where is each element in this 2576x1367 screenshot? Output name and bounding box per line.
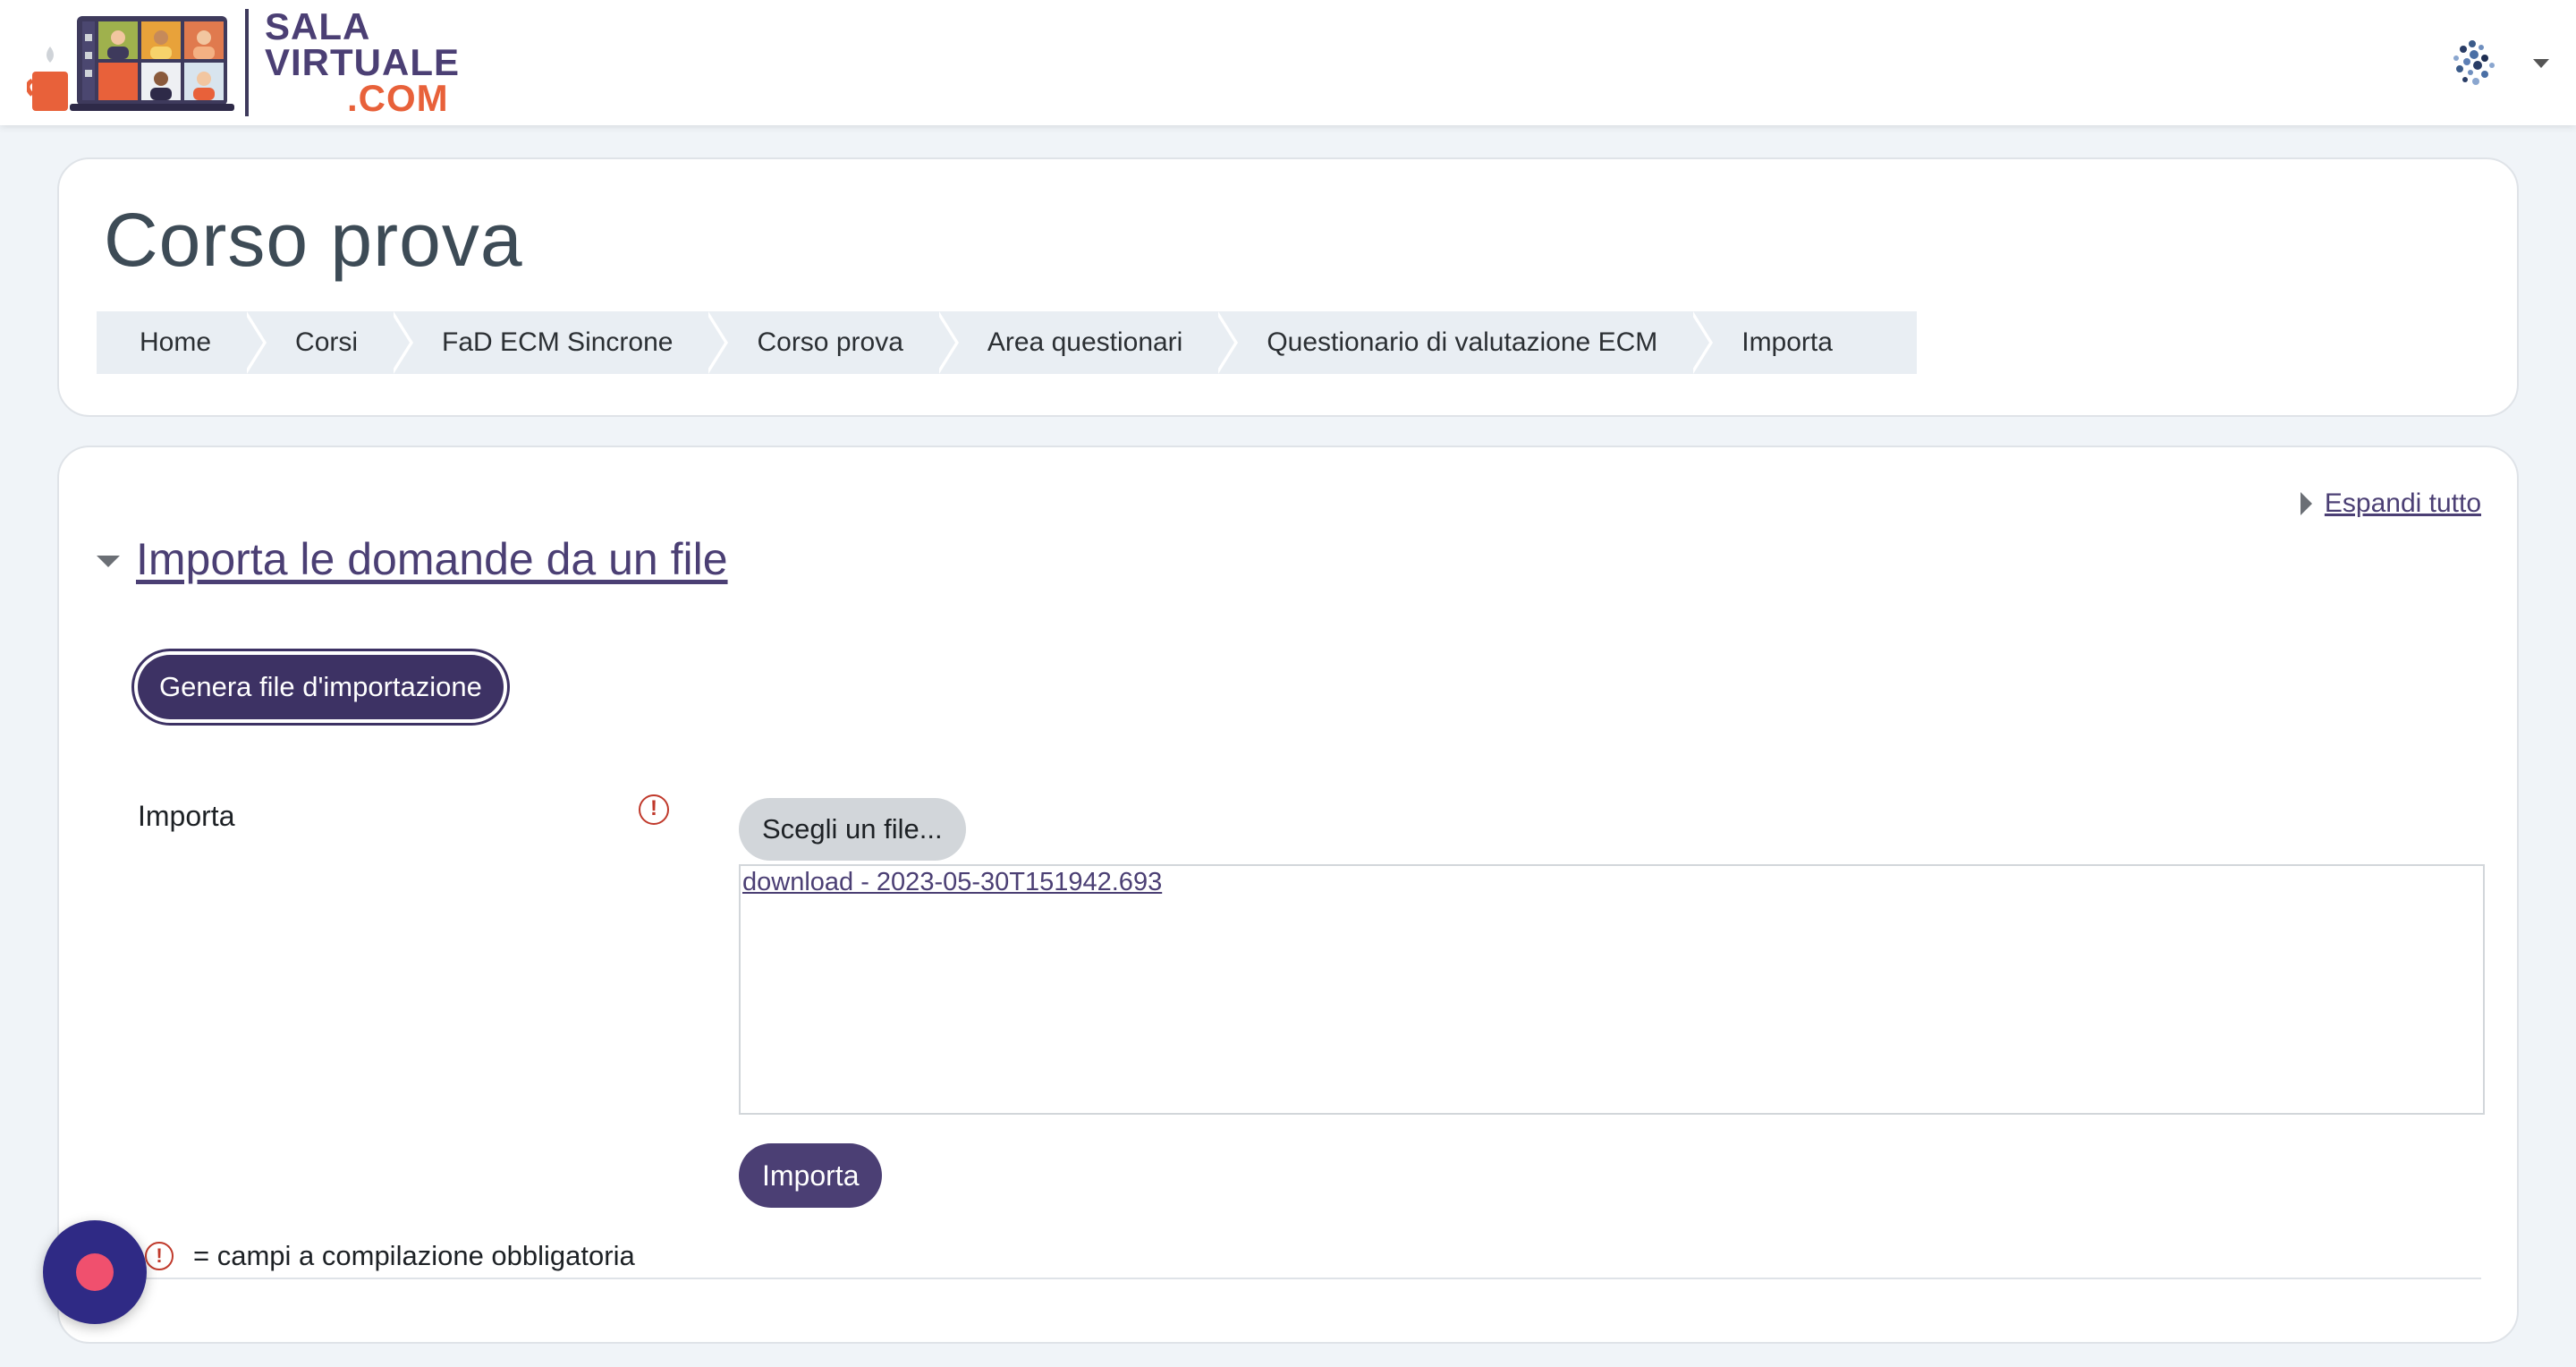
required-icon: !	[145, 1242, 174, 1270]
breadcrumb: Home Corsi FaD ECM Sincrone Corso prova …	[97, 311, 1917, 374]
generate-import-file-button[interactable]: Genera file d'importazione	[138, 655, 504, 719]
logo-line-3: .COM	[347, 77, 449, 119]
user-avatar-icon	[2453, 40, 2495, 85]
breadcrumb-item-current: Importa	[1690, 311, 1874, 374]
breadcrumb-item-fad-ecm-sincrone[interactable]: FaD ECM Sincrone	[390, 311, 714, 374]
breadcrumb-item-corso-prova[interactable]: Corso prova	[705, 311, 944, 374]
required-fields-note: ! = campi a compilazione obbligatoria	[145, 1240, 635, 1272]
import-submit-button[interactable]: Importa	[739, 1143, 883, 1208]
top-navbar: SALA VIRTUALE .COM	[0, 0, 2576, 125]
import-form-card: Espandi tutto Importa le domande da un f…	[57, 446, 2519, 1344]
logo-divider	[245, 9, 249, 116]
user-menu-toggle[interactable]	[2445, 32, 2549, 95]
import-field-label: Importa	[138, 800, 235, 832]
expand-all-label: Espandi tutto	[2324, 488, 2481, 518]
divider	[138, 1278, 2481, 1279]
logo-wordmark: SALA VIRTUALE .COM	[265, 5, 460, 119]
logo-line-1: SALA	[265, 5, 371, 47]
caret-right-icon	[2300, 492, 2312, 515]
breadcrumb-item-area-questionari[interactable]: Area questionari	[935, 311, 1224, 374]
file-drop-area[interactable]: download - 2023-05-30T151942.693	[739, 864, 2485, 1115]
logo-video-call-icon	[27, 16, 234, 111]
section-toggle[interactable]: Importa le domande da un file	[97, 533, 728, 585]
breadcrumb-item-home[interactable]: Home	[97, 311, 252, 374]
choose-file-button[interactable]: Scegli un file...	[739, 798, 966, 861]
uploaded-file-link[interactable]: download - 2023-05-30T151942.693	[742, 868, 1162, 897]
record-dot-icon	[76, 1253, 114, 1291]
expand-all-link[interactable]: Espandi tutto	[2300, 488, 2481, 519]
record-button[interactable]	[43, 1220, 147, 1324]
page-title: Corso prova	[104, 198, 523, 282]
required-icon: !	[639, 794, 669, 825]
breadcrumb-item-questionario[interactable]: Questionario di valutazione ECM	[1215, 311, 1699, 374]
section-title[interactable]: Importa le domande da un file	[136, 533, 728, 585]
page-header: Corso prova Home Corsi FaD ECM Sincrone …	[57, 157, 2519, 417]
caret-down-icon	[97, 555, 120, 567]
breadcrumb-item-corsi[interactable]: Corsi	[243, 311, 399, 374]
required-fields-note-text: = campi a compilazione obbligatoria	[193, 1240, 635, 1271]
logo-line-2: VIRTUALE	[265, 41, 460, 83]
site-logo[interactable]: SALA VIRTUALE .COM	[27, 7, 460, 118]
chevron-down-icon	[2533, 59, 2549, 68]
